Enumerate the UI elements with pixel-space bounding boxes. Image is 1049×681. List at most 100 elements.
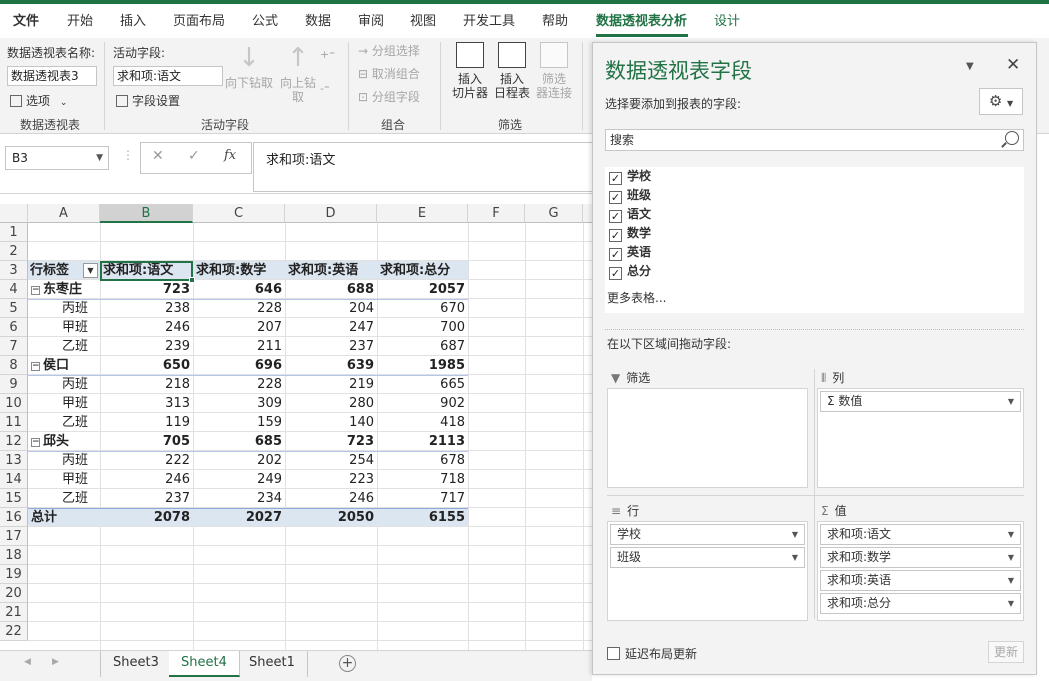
prev-sheet-icon[interactable]: ◀ [24,657,31,667]
sheet-tab[interactable]: Sheet3 [100,651,172,677]
tab-design[interactable]: 设计 [714,10,740,34]
pivot-value-cell[interactable]: 239 [100,337,193,356]
column-header[interactable]: F [468,204,525,223]
tab-file[interactable]: 文件 [13,10,39,34]
pivot-value-cell[interactable]: 723 [285,432,377,451]
pivot-value-cell[interactable]: 705 [100,432,193,451]
pivot-value-cell[interactable]: 688 [285,280,377,299]
field-item[interactable]: ✓ 总分 [609,262,651,280]
drill-up-button[interactable]: ↑ 向上钻 取 [276,44,320,104]
insert-timeline-button[interactable]: 插入 日程表 [492,42,532,100]
pivot-value-cell[interactable]: 247 [285,318,377,337]
pivot-value-cell[interactable]: 202 [193,451,285,470]
pivot-value-cell[interactable]: 237 [285,337,377,356]
pivot-value-cell[interactable]: 717 [377,489,468,508]
pivot-value-cell[interactable]: 207 [193,318,285,337]
tab-review[interactable]: 审阅 [358,10,384,34]
pivot-group-row-label[interactable]: − 邱头 [31,432,101,451]
values-area[interactable]: 求和项:语文 ▼ 求和项:数学 ▼ 求和项:英语 ▼ 求和项:总分 ▼ [817,521,1024,621]
pivot-value-cell[interactable]: 646 [193,280,285,299]
row-header[interactable]: 19 [0,565,28,584]
row-header[interactable]: 16 [0,508,28,527]
pivot-value-cell[interactable]: 223 [285,470,377,489]
pivot-value-cell[interactable]: 218 [100,375,193,394]
field-settings-button[interactable]: 字段设置 [116,92,180,109]
row-header[interactable]: 7 [0,337,28,356]
defer-update-checkbox[interactable]: 延迟布局更新 [607,645,697,662]
pivot-value-cell[interactable]: 665 [377,375,468,394]
row-field-pill[interactable]: 班级 ▼ [610,547,805,568]
column-header[interactable] [583,204,592,223]
sheet-tab[interactable]: Sheet1 [237,651,308,677]
field-item[interactable]: ✓ 学校 [609,167,651,185]
checkbox-checked-icon[interactable]: ✓ [609,191,622,204]
row-header[interactable]: 2 [0,242,28,261]
row-header[interactable]: 18 [0,546,28,565]
pivot-value-cell[interactable]: 254 [285,451,377,470]
checkbox-checked-icon[interactable]: ✓ [609,210,622,223]
field-item[interactable]: ✓ 班级 [609,186,651,204]
value-field-pill[interactable]: 求和项:数学 ▼ [820,547,1021,568]
field-item[interactable]: ✓ 数学 [609,224,651,242]
row-header[interactable]: 5 [0,299,28,318]
pivot-value-cell[interactable]: 222 [100,451,193,470]
checkbox-checked-icon[interactable]: ✓ [609,267,622,280]
value-field-pill[interactable]: 求和项:总分 ▼ [820,593,1021,614]
pivot-header-cell[interactable]: 求和项:数学 [196,261,284,280]
row-header[interactable]: 9 [0,375,28,394]
pivot-value-cell[interactable]: 237 [100,489,193,508]
row-header[interactable]: 22 [0,622,28,641]
row-header[interactable]: 11 [0,413,28,432]
check-icon[interactable]: ✓ [188,148,200,164]
row-field-pill[interactable]: 学校 ▼ [610,524,805,545]
pivot-header-cell[interactable]: 求和项:总分 [380,261,467,280]
pivot-value-cell[interactable]: 159 [193,413,285,432]
pivot-value-cell[interactable]: 678 [377,451,468,470]
checkbox-checked-icon[interactable]: ✓ [609,229,622,242]
row-header[interactable]: 15 [0,489,28,508]
tab-pivot-analyze[interactable]: 数据透视表分析 [596,10,687,34]
collapse-icon[interactable]: − [31,286,40,295]
pivot-value-cell[interactable]: 238 [100,299,193,318]
pivot-value-cell[interactable]: 140 [285,413,377,432]
insert-slicer-button[interactable]: 插入 切片器 [450,42,490,100]
options-button[interactable]: 选项 ⌄ [10,92,67,109]
pivot-group-row-label[interactable]: − 侯口 [31,356,101,375]
add-sheet-icon[interactable]: + [339,655,356,672]
checkbox-unchecked-icon[interactable] [607,647,620,660]
tab-home[interactable]: 开始 [67,10,93,34]
drill-down-button[interactable]: ↓ 向下钻取 [224,44,274,90]
filter-area[interactable] [607,388,808,488]
pivot-value-cell[interactable]: 639 [285,356,377,375]
pivot-header-cell[interactable]: 行标签 [30,261,82,280]
group-field-button[interactable]: ⊡ 分组字段 [358,88,420,105]
worksheet-grid[interactable]: A B C D E F G 1 2 3 4 5 6 7 8 9 10 11 12 13 14 15 16 17 1… [0,204,592,650]
pivot-total-cell[interactable]: 2078 [100,508,193,527]
pivot-value-cell[interactable]: 228 [193,299,285,318]
collapse-icon[interactable]: − [31,438,40,447]
cancel-icon[interactable]: ✕ [152,148,164,164]
close-icon[interactable]: ✕ [1006,55,1020,75]
name-box[interactable]: B3 ▼ [5,146,109,170]
pivot-total-cell[interactable]: 6155 [377,508,468,527]
pivot-value-cell[interactable]: 313 [100,394,193,413]
gear-icon[interactable]: ⚙ ▼ [979,88,1023,115]
row-header[interactable]: 8 [0,356,28,375]
insert-function-icon[interactable]: fx [224,148,236,163]
row-header[interactable]: 6 [0,318,28,337]
column-header[interactable]: D [285,204,377,223]
row-header[interactable]: 3 [0,261,28,280]
pivot-value-cell[interactable]: 2057 [377,280,468,299]
pivot-value-cell[interactable]: 687 [377,337,468,356]
field-item[interactable]: ✓ 语文 [609,205,651,223]
pivot-total-cell[interactable]: 2027 [193,508,285,527]
pivot-value-cell[interactable]: 700 [377,318,468,337]
row-header[interactable]: 21 [0,603,28,622]
tab-page-layout[interactable]: 页面布局 [173,10,225,34]
value-field-pill[interactable]: 求和项:英语 ▼ [820,570,1021,591]
pivot-value-cell[interactable]: 249 [193,470,285,489]
collapse-icon[interactable]: − [31,362,40,371]
pivot-value-cell[interactable]: 902 [377,394,468,413]
pivot-header-cell[interactable]: 求和项:英语 [288,261,376,280]
pivot-value-cell[interactable]: 1985 [377,356,468,375]
